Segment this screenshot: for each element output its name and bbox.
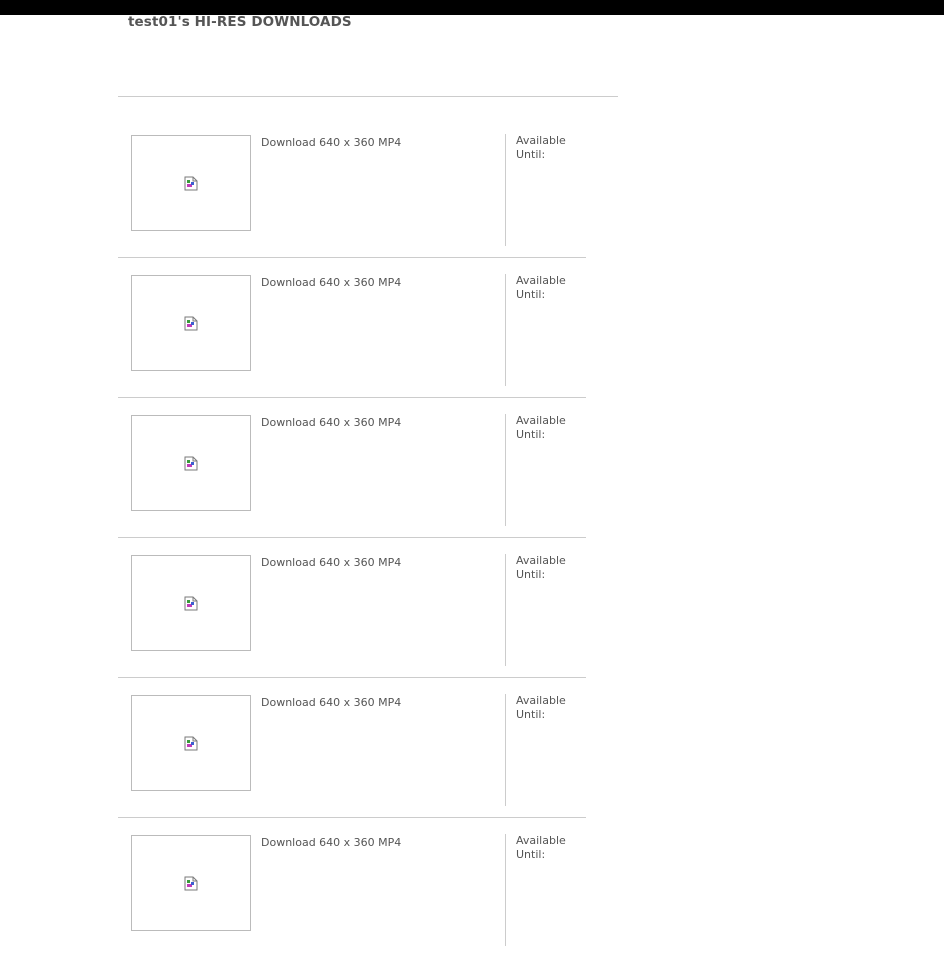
download-item: Download 640 x 360 MP4 Available Until: [118,257,586,398]
until-label: Until: [516,848,546,861]
top-bar [0,0,944,15]
download-item: Download 640 x 360 MP4 Available Until: [118,117,586,258]
available-label: Available [516,414,566,427]
broken-image-icon [184,456,198,471]
column-divider [505,274,506,386]
broken-image-icon [184,316,198,331]
availability-info: Available Until: [516,274,576,302]
broken-image-icon [184,736,198,751]
page-title: test01's HI-RES DOWNLOADS [128,14,352,30]
video-thumbnail[interactable] [131,555,251,651]
title-divider [118,96,618,97]
until-label: Until: [516,148,546,161]
download-list: Download 640 x 360 MP4 Available Until: … [118,117,586,957]
broken-image-icon [184,176,198,191]
download-link[interactable]: Download 640 x 360 MP4 [261,276,401,289]
availability-info: Available Until: [516,694,576,722]
video-thumbnail[interactable] [131,835,251,931]
broken-image-icon [184,876,198,891]
video-thumbnail[interactable] [131,275,251,371]
available-label: Available [516,694,566,707]
download-item: Download 640 x 360 MP4 Available Until: [118,537,586,678]
column-divider [505,134,506,246]
broken-image-icon [184,596,198,611]
until-label: Until: [516,288,546,301]
download-link[interactable]: Download 640 x 360 MP4 [261,416,401,429]
video-thumbnail[interactable] [131,415,251,511]
download-link[interactable]: Download 640 x 360 MP4 [261,696,401,709]
available-label: Available [516,274,566,287]
video-thumbnail[interactable] [131,135,251,231]
download-item: Download 640 x 360 MP4 Available Until: [118,677,586,818]
available-label: Available [516,134,566,147]
column-divider [505,694,506,806]
available-label: Available [516,834,566,847]
video-thumbnail[interactable] [131,695,251,791]
until-label: Until: [516,568,546,581]
available-label: Available [516,554,566,567]
download-item: Download 640 x 360 MP4 Available Until: [118,817,586,957]
download-link[interactable]: Download 640 x 360 MP4 [261,556,401,569]
availability-info: Available Until: [516,414,576,442]
until-label: Until: [516,428,546,441]
column-divider [505,834,506,946]
download-link[interactable]: Download 640 x 360 MP4 [261,136,401,149]
availability-info: Available Until: [516,834,576,862]
column-divider [505,414,506,526]
availability-info: Available Until: [516,554,576,582]
until-label: Until: [516,708,546,721]
download-item: Download 640 x 360 MP4 Available Until: [118,397,586,538]
column-divider [505,554,506,666]
download-link[interactable]: Download 640 x 360 MP4 [261,836,401,849]
availability-info: Available Until: [516,134,576,162]
